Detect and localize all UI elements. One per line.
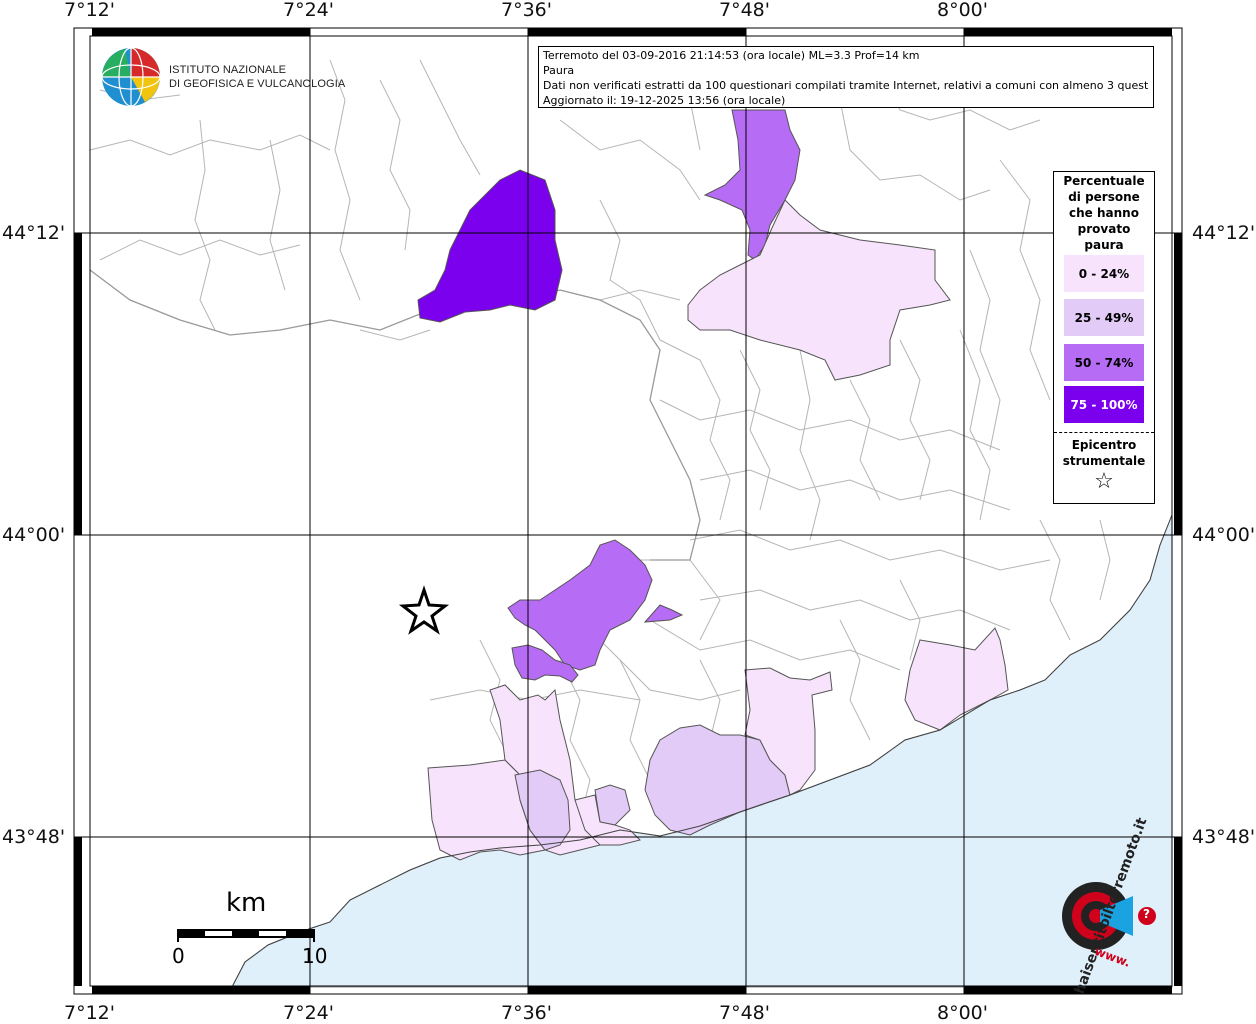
legend-class-25-49: 25 - 49% — [1064, 299, 1144, 336]
lon-label-bottom-0: 7°12' — [64, 1002, 115, 1024]
area-0-24-north — [687, 199, 951, 381]
ingv-logo-globe — [101, 47, 161, 107]
lon-label-bottom-2: 7°36' — [501, 1002, 552, 1024]
legend-title: Percentuale di persone che hanno provato… — [1063, 174, 1145, 252]
lat-label-right-0: 44°12' — [1192, 222, 1256, 244]
data-note-line: Dati non verificati estratti da 100 ques… — [543, 79, 1149, 92]
haisentito-question-icon: ? — [1143, 907, 1150, 921]
updated-line: Aggiornato il: 19-12-2025 13:56 (ora loc… — [543, 94, 786, 107]
haisentito-www: www. — [1092, 944, 1133, 970]
legend-separator — [1054, 432, 1154, 433]
lon-label-top-0: 7°12' — [64, 0, 115, 21]
haisentito-logo-text: haisentitoilterremoto.it www. ? — [1034, 816, 1164, 996]
area-25-49-south-2 — [594, 784, 631, 826]
scale-start: 0 — [172, 944, 185, 968]
epicenter-star — [398, 585, 450, 635]
area-50-74-south-c — [643, 604, 684, 623]
lon-label-top-3: 7°48' — [719, 0, 770, 21]
lon-label-bottom-3: 7°48' — [719, 1002, 770, 1024]
lon-label-bottom-4: 8°00' — [937, 1002, 988, 1024]
legend: Percentuale di persone che hanno provato… — [1053, 171, 1155, 504]
institute-name: ISTITUTO NAZIONALE DI GEOFISICA E VULCAN… — [169, 63, 345, 91]
legend-class-50-74: 50 - 74% — [1064, 344, 1144, 381]
lat-label-right-2: 43°48' — [1192, 826, 1256, 848]
lat-label-left-0: 44°12' — [2, 222, 66, 244]
institute-name-line1: ISTITUTO NAZIONALE — [169, 64, 287, 76]
event-info-box: Terremoto del 03-09-2016 21:14:53 (ora l… — [538, 46, 1154, 108]
region-boundary — [89, 269, 701, 561]
legend-epicenter-label: Epicentro strumentale — [1062, 438, 1146, 468]
lat-label-right-1: 44°00' — [1192, 524, 1256, 546]
event-info-line: Terremoto del 03-09-2016 21:14:53 (ora l… — [543, 49, 920, 62]
map-type-line: Paura — [543, 64, 575, 77]
legend-class-0-24: 0 - 24% — [1064, 255, 1144, 292]
scale-end: 10 — [302, 944, 328, 968]
institute-name-line2: DI GEOFISICA E VULCANOLOGIA — [169, 78, 346, 90]
lon-label-top-4: 8°00' — [937, 0, 988, 21]
lat-label-left-1: 44°00' — [2, 524, 66, 546]
lon-label-top-1: 7°24' — [283, 0, 334, 21]
lon-label-top-2: 7°36' — [501, 0, 552, 21]
lon-label-bottom-1: 7°24' — [283, 1002, 334, 1024]
legend-epicenter-star-icon: ☆ — [1094, 469, 1114, 494]
scale-unit: km — [226, 888, 267, 918]
legend-class-75-100: 75 - 100% — [1064, 386, 1144, 423]
area-75-100-north — [417, 169, 563, 323]
lat-label-left-2: 43°48' — [2, 826, 66, 848]
